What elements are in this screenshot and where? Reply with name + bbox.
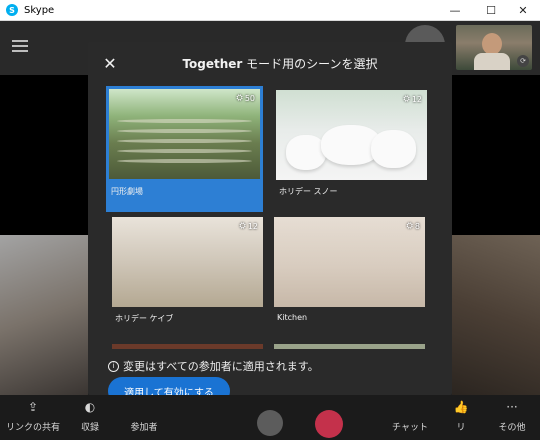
seats-icon: ⛭ <box>239 221 246 230</box>
scene-thumbnail-holiday-cave: ⛭ 12 <box>112 217 263 307</box>
share-icon: ⇪ <box>27 400 39 414</box>
scene-thumbnail-amphitheater: ⛭ 50 <box>109 89 260 179</box>
close-icon[interactable]: ✕ <box>102 56 118 72</box>
self-video-body <box>474 53 510 70</box>
seats-icon: ⛭ <box>406 221 413 230</box>
scene-thumbnail-partial[interactable] <box>274 344 425 349</box>
scene-picker-dialog: ✕ Together モード用のシーンを選択 ⛭ 50 円形劇場 ⛭ 12 ホリデー… <box>88 42 452 395</box>
scene-thumbnail-kitchen: ⛭ 8 <box>274 217 425 307</box>
maximize-button[interactable]: ☐ <box>474 0 508 21</box>
info-message: i 変更はすべての参加者に適用されます。 <box>108 358 319 374</box>
capacity-count: 12 <box>411 94 422 104</box>
scene-thumbnail-partial[interactable] <box>112 344 263 349</box>
scene-card-kitchen[interactable]: ⛭ 8 Kitchen <box>274 217 427 328</box>
share-link-label: リンクの共有 <box>5 423 60 433</box>
info-text: 変更はすべての参加者に適用されます。 <box>123 360 319 373</box>
dialog-title-rest: モード用のシーンを選択 <box>242 57 378 71</box>
end-call-button[interactable] <box>315 410 343 438</box>
seats-icon: ⛭ <box>236 93 243 102</box>
participants-button[interactable]: 参加者 <box>114 400 174 433</box>
menu-icon[interactable] <box>12 40 28 52</box>
scene-name: Kitchen <box>277 313 308 322</box>
share-link-button[interactable]: ⇪ リンクの共有 <box>3 400 63 433</box>
microphone-button[interactable] <box>257 410 283 436</box>
minimize-button[interactable]: — <box>438 0 472 21</box>
close-window-button[interactable]: ✕ <box>506 0 540 21</box>
window-title: Skype <box>24 4 55 16</box>
participants-icon <box>114 400 174 416</box>
capacity-count: 50 <box>244 93 255 103</box>
capacity-count: 8 <box>414 221 420 231</box>
record-icon: ◐ <box>84 400 96 414</box>
capacity-badge: ⛭ 12 <box>239 221 258 231</box>
scene-card-amphitheater[interactable]: ⛭ 50 円形劇場 <box>106 86 263 212</box>
capacity-badge: ⛭ 12 <box>403 94 422 104</box>
skype-logo-icon: S <box>6 4 18 16</box>
seats-icon: ⛭ <box>403 94 410 103</box>
scene-thumbnail-holiday-snow: ⛭ 12 <box>276 90 427 180</box>
record-label: 収録 <box>80 423 99 433</box>
amphitheater-step <box>117 119 252 123</box>
capacity-badge: ⛭ 8 <box>407 221 421 231</box>
snow-mound <box>371 130 416 168</box>
scene-name: 円形劇場 <box>111 187 143 196</box>
snow-mound <box>286 135 326 170</box>
capacity-count: 12 <box>247 221 258 231</box>
participant-video-right <box>452 235 540 395</box>
more-options-button[interactable]: ··· その他 <box>482 400 540 433</box>
scene-card-holiday-cave[interactable]: ⛭ 12 ホリデー ケイブ <box>112 217 265 330</box>
dialog-title: Together モード用のシーンを選択 <box>128 55 432 72</box>
capacity-badge: ⛭ 50 <box>236 93 255 103</box>
amphitheater-step <box>117 159 252 163</box>
participants-label: 参加者 <box>130 423 158 433</box>
info-icon: i <box>108 360 119 372</box>
more-icon: ··· <box>506 400 518 414</box>
more-label: その他 <box>498 423 526 433</box>
amphitheater-step <box>117 139 252 143</box>
dialog-title-bold: Together <box>182 57 243 71</box>
camera-switch-icon[interactable]: ⟳ <box>517 55 529 67</box>
participant-video-left <box>0 235 88 395</box>
amphitheater-step <box>117 149 252 153</box>
amphitheater-step <box>117 129 252 133</box>
self-video-preview[interactable]: ⟳ <box>456 25 532 70</box>
self-video-face <box>482 33 502 55</box>
scene-name: ホリデー スノー <box>279 187 338 196</box>
scene-name: ホリデー ケイブ <box>115 314 174 323</box>
apply-button[interactable]: 適用して有効にする <box>108 377 230 395</box>
record-button[interactable]: ◐ 収録 <box>60 400 120 433</box>
scene-card-holiday-snow[interactable]: ⛭ 12 ホリデー スノー <box>276 90 429 203</box>
